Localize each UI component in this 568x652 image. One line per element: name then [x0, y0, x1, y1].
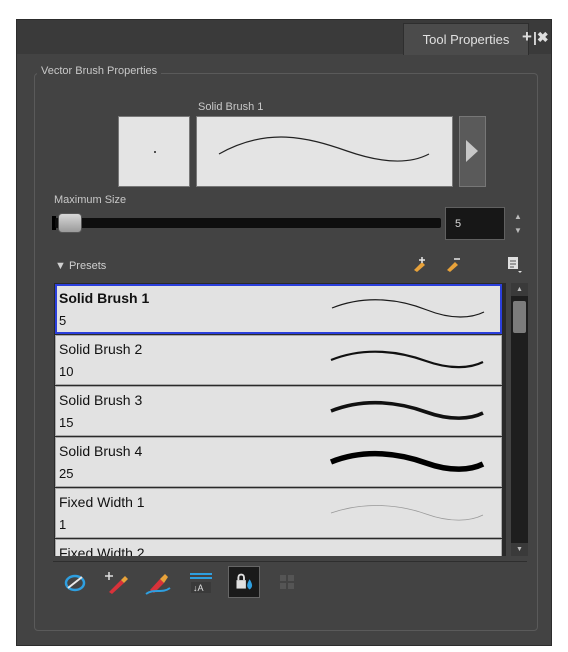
preset-size: 10 [59, 364, 74, 379]
preset-stroke-preview [330, 350, 484, 369]
preset-size: 25 [59, 466, 74, 481]
preset-name: Solid Brush 3 [59, 392, 143, 408]
brush-tip-preview [118, 116, 190, 187]
grid-disabled-icon [280, 575, 294, 589]
preset-size: 5 [59, 313, 67, 328]
svg-text:↓A: ↓A [193, 583, 204, 593]
max-size-slider-track[interactable] [55, 218, 441, 228]
preset-row[interactable]: Solid Brush 1 5 [55, 284, 502, 334]
max-size-spinner[interactable]: ▲ ▼ [514, 212, 522, 236]
stroke-preview-curve [218, 136, 430, 162]
preset-name: Solid Brush 4 [59, 443, 143, 459]
preset-row[interactable]: Solid Brush 4 25 [55, 437, 502, 487]
group-title: Vector Brush Properties [37, 65, 162, 77]
preset-size: 1 [59, 517, 67, 532]
scroll-thumb[interactable] [513, 301, 526, 333]
preview-label: Solid Brush 1 [198, 101, 264, 113]
max-size-input[interactable]: 5 [445, 207, 505, 240]
add-panel-icon[interactable]: + [522, 28, 532, 45]
preset-stroke-preview [331, 299, 485, 318]
play-arrow-icon [466, 140, 478, 162]
lock-colour-icon[interactable] [228, 566, 260, 598]
presets-menu-icon[interactable] [507, 256, 523, 274]
preset-name: Fixed Width 2 [59, 545, 145, 556]
brush-smooth-icon[interactable] [142, 566, 174, 598]
preview-arrow-button[interactable] [459, 116, 486, 187]
preset-name: Solid Brush 2 [59, 341, 143, 357]
presets-label: Presets [68, 260, 107, 272]
spin-up-icon[interactable]: ▲ [514, 212, 522, 222]
preset-size: 15 [59, 415, 74, 430]
tab-tool-properties[interactable]: Tool Properties [403, 23, 529, 55]
presets-scrollbar[interactable]: ▲ ▼ [511, 283, 528, 556]
spin-down-icon[interactable]: ▼ [514, 226, 522, 236]
tool-properties-window: Tool Properties + |✖ Vector Brush Proper… [16, 19, 552, 646]
tip-dot [154, 151, 156, 153]
max-size-slider-handle[interactable] [58, 213, 82, 233]
toolbar-divider [53, 561, 527, 562]
preset-stroke-preview [329, 450, 485, 472]
tab-bar: Tool Properties + |✖ [17, 20, 551, 55]
preset-row[interactable]: Fixed Width 1 1 [55, 488, 502, 538]
presets-header[interactable]: ▼ Presets [55, 260, 106, 272]
preset-stroke-preview [330, 505, 484, 521]
max-size-label: Maximum Size [54, 194, 127, 206]
preset-row[interactable]: Solid Brush 3 15 [55, 386, 502, 436]
brush-red-icon[interactable] [101, 566, 133, 598]
preset-row[interactable]: Solid Brush 2 10 [55, 335, 502, 385]
trace-icon[interactable] [59, 566, 91, 598]
preset-stroke-preview [330, 400, 484, 420]
scroll-down-icon[interactable]: ▼ [511, 543, 528, 556]
text-ordering-icon[interactable]: ↓A [185, 566, 217, 598]
preset-row[interactable]: Fixed Width 2 [55, 539, 502, 556]
presets-list[interactable]: Solid Brush 1 5 Solid Brush 2 10 Solid B… [54, 283, 506, 556]
rename-preset-icon[interactable] [444, 256, 462, 272]
new-preset-icon[interactable] [411, 256, 429, 272]
collapse-triangle-icon: ▼ [55, 260, 66, 272]
preset-name: Solid Brush 1 [59, 290, 150, 306]
preset-name: Fixed Width 1 [59, 494, 145, 510]
stroke-preview [196, 116, 453, 187]
close-panel-icon[interactable]: |✖ [533, 29, 549, 46]
scroll-up-icon[interactable]: ▲ [511, 283, 528, 296]
